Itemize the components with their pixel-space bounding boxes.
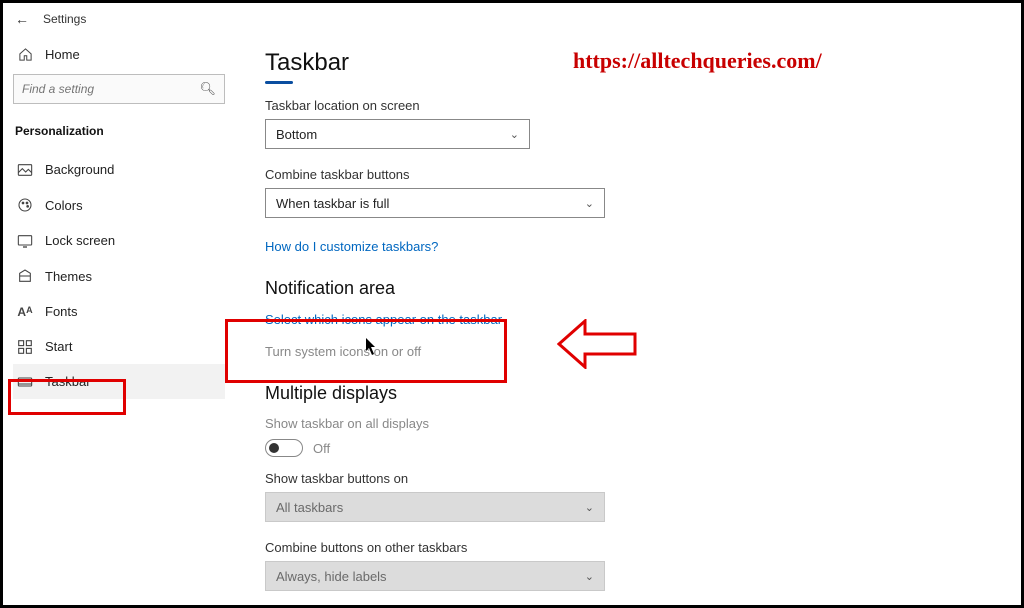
chevron-down-icon: ⌄ bbox=[585, 197, 594, 210]
nav-label: Background bbox=[45, 162, 114, 177]
location-select[interactable]: Bottom ⌄ bbox=[265, 119, 530, 149]
home-icon bbox=[17, 47, 33, 62]
combine-value: When taskbar is full bbox=[276, 196, 389, 211]
nav-label: Start bbox=[45, 339, 72, 354]
combine-other-label: Combine buttons on other taskbars bbox=[265, 540, 991, 555]
toggle-track bbox=[265, 439, 303, 457]
arrow-annotation bbox=[557, 319, 637, 374]
toggle-knob bbox=[269, 443, 279, 453]
watermark-text: https://alltechqueries.com/ bbox=[573, 48, 822, 74]
search-box[interactable]: 🔍︎ bbox=[13, 74, 225, 104]
highlight-system-icons bbox=[225, 319, 507, 383]
nav-colors[interactable]: Colors bbox=[13, 187, 225, 223]
nav-label: Themes bbox=[45, 269, 92, 284]
showall-label: Show taskbar on all displays bbox=[265, 416, 991, 431]
nav-fonts[interactable]: AA Fonts bbox=[13, 294, 225, 329]
combine-other-select[interactable]: Always, hide labels ⌄ bbox=[265, 561, 605, 591]
back-button[interactable]: ← bbox=[15, 11, 29, 27]
fonts-icon: AA bbox=[17, 305, 33, 319]
nav-background[interactable]: Background bbox=[13, 152, 225, 187]
category-label: Personalization bbox=[13, 120, 225, 152]
buttons-on-select[interactable]: All taskbars ⌄ bbox=[265, 492, 605, 522]
sidebar: Home 🔍︎ Personalization Background Color… bbox=[3, 35, 235, 605]
location-value: Bottom bbox=[276, 127, 317, 142]
nav-home[interactable]: Home bbox=[13, 41, 225, 74]
search-input[interactable] bbox=[22, 82, 199, 96]
search-icon: 🔍︎ bbox=[199, 81, 216, 97]
chevron-down-icon: ⌄ bbox=[585, 501, 594, 514]
nav-home-label: Home bbox=[45, 47, 80, 62]
nav-start[interactable]: Start bbox=[13, 329, 225, 364]
combine-select[interactable]: When taskbar is full ⌄ bbox=[265, 188, 605, 218]
chevron-down-icon: ⌄ bbox=[585, 570, 594, 583]
nav-label: Lock screen bbox=[45, 233, 115, 248]
nav-themes[interactable]: Themes bbox=[13, 258, 225, 294]
highlight-taskbar-nav bbox=[8, 379, 126, 415]
lockscreen-icon bbox=[17, 234, 33, 248]
combine-label: Combine taskbar buttons bbox=[265, 167, 991, 182]
combine-other-value: Always, hide labels bbox=[276, 569, 387, 584]
chevron-down-icon: ⌄ bbox=[510, 128, 519, 141]
customize-link[interactable]: How do I customize taskbars? bbox=[265, 239, 438, 254]
toggle-state: Off bbox=[313, 441, 330, 456]
showall-toggle[interactable]: Off bbox=[265, 439, 991, 457]
location-label: Taskbar location on screen bbox=[265, 98, 991, 113]
notification-area-heading: Notification area bbox=[265, 278, 991, 299]
palette-icon bbox=[17, 197, 33, 213]
buttons-on-value: All taskbars bbox=[276, 500, 343, 515]
start-icon bbox=[17, 340, 33, 354]
nav-label: Colors bbox=[45, 198, 83, 213]
window-title: Settings bbox=[43, 12, 86, 26]
nav-lockscreen[interactable]: Lock screen bbox=[13, 223, 225, 258]
buttons-on-label: Show taskbar buttons on bbox=[265, 471, 991, 486]
themes-icon bbox=[17, 268, 33, 284]
nav-label: Fonts bbox=[45, 304, 78, 319]
multiple-displays-heading: Multiple displays bbox=[265, 383, 991, 404]
title-accent bbox=[265, 81, 293, 84]
picture-icon bbox=[17, 163, 33, 177]
